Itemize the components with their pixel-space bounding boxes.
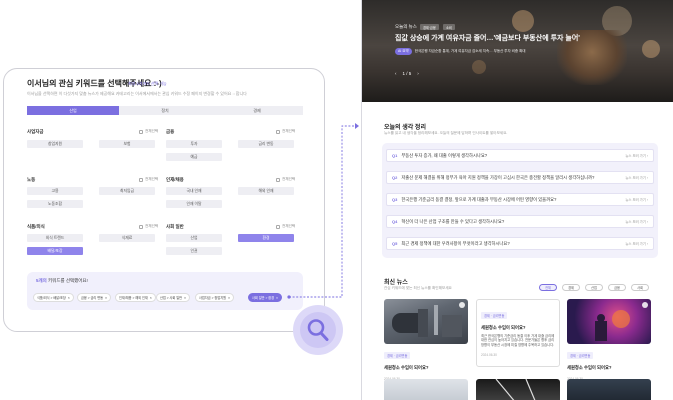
news-excerpt: 최근 한국은행의 기준금리 동결 이후 가계 대출 금리에 대한 관심이 높아지… [481, 334, 555, 347]
news-tag: 경제 · 금리변동 [384, 352, 411, 359]
news-tag: 경제 · 금리변동 [481, 312, 508, 319]
latest-news-title: 최신 뉴스 [384, 280, 408, 286]
question-row[interactable]: Q1 부동산 투자 증가, 왜 대출 이렇게 생각하시나요? 뉴스 보러 가기 › [386, 149, 654, 162]
next-arrow-icon[interactable]: › [417, 71, 419, 76]
news-title: 세원청소 수입이 되어요? [384, 365, 429, 370]
news-thumbnail[interactable] [384, 379, 468, 400]
chevron-right-icon: › [645, 153, 648, 158]
hero-pager: ‹ 1 / 5 › [395, 71, 419, 76]
hero-kicker: 오늘의 뉴스 [395, 24, 417, 29]
question-list: Q1 부동산 투자 증가, 왜 대출 이렇게 생각하시나요? 뉴스 보러 가기 › … [382, 143, 658, 258]
thoughts-title: 오늘의 생각 정리 [384, 125, 426, 131]
hero-badge: 소비 [443, 24, 455, 30]
chevron-right-icon: › [645, 241, 648, 246]
news-thumbnail [567, 299, 651, 344]
news-thumbnail [384, 299, 468, 344]
chevron-right-icon: › [645, 219, 648, 224]
filter-society[interactable]: 사회 [631, 284, 649, 291]
hero-headline[interactable]: 집값 상승에 가계 여유자금 줄어…'예금보다 부동산에 투자 늘어' [395, 33, 580, 43]
ai-summary-badge: AI 요약 [395, 48, 412, 55]
question-row[interactable]: Q2 저출산 문제 해결을 위해 정부가 육아 지원 정책을 가장이 고심시 한국… [386, 171, 654, 184]
question-row[interactable]: Q5 최근 경제 정책에 대한 우려사항이 무엇이라고 생각하시나요? 뉴스 보러 … [386, 237, 654, 250]
question-row[interactable]: Q4 혁신이 더 나은 산업 구조를 만들 수 있다고 생각하시나요? 뉴스 보러 … [386, 215, 654, 228]
page-indicator: 1 / 5 [402, 71, 412, 76]
news-card-expanded[interactable]: 경제 · 금리변동 세원청소 수입이 되어요? 최근 한국은행의 기준금리 동결… [476, 299, 560, 367]
hero-banner[interactable]: 오늘의 뉴스 경제·금융 소비 집값 상승에 가계 여유자금 줄어…'예금보다 … [362, 0, 673, 102]
chevron-right-icon: › [645, 197, 648, 202]
news-title: 세원청소 수입이 되어요? [481, 325, 526, 330]
news-thumbnail[interactable] [476, 379, 560, 400]
news-card[interactable]: 경제 · 금리변동 세원청소 수입이 되어요? 2024.06.30 [384, 299, 468, 381]
news-date: 2024.06.30 [481, 352, 497, 357]
chevron-right-icon: › [645, 175, 648, 180]
news-title: 세원청소 수입이 되어요? [567, 365, 612, 370]
filter-all[interactable]: 전체 [539, 284, 557, 291]
news-thumbnail[interactable] [567, 379, 651, 400]
news-tag: 경제 · 금리변동 [567, 352, 594, 359]
question-row[interactable]: Q3 한국은행 기준금리 동결 결정, 앞으로 가계 대출과 부동산 시장에 어떤… [386, 193, 654, 206]
news-page: 오늘의 뉴스 경제·금융 소비 집값 상승에 가계 여유자금 줄어…'예금보다 … [361, 0, 673, 400]
filter-industry[interactable]: 산업 [585, 284, 603, 291]
filter-economy[interactable]: 경제 [562, 284, 580, 291]
bookmark-icon[interactable] [642, 302, 648, 308]
hero-badge: 경제·금융 [420, 24, 439, 30]
hero-summary: AI 요약 한국은행 자금순환 통계, 가계 여유자금 감소세 지속… 부동산 … [395, 48, 526, 55]
search-icon [307, 319, 329, 341]
search-button[interactable] [293, 305, 343, 355]
filter-finance[interactable]: 금융 [608, 284, 626, 291]
news-card[interactable]: 경제 · 금리변동 세원청소 수입이 되어요? 2024.06.30 [567, 299, 651, 381]
bookmark-icon[interactable] [459, 302, 465, 308]
latest-news-desc: 관심 키워드에 맞는 최신 뉴스를 확인해보세요 [384, 286, 452, 290]
prev-arrow-icon[interactable]: ‹ [395, 71, 397, 76]
thoughts-desc: 뉴스를 읽고 내 생각을 정리해보세요. 오늘의 질문에 답하며 인사이트를 쌓… [384, 131, 508, 135]
